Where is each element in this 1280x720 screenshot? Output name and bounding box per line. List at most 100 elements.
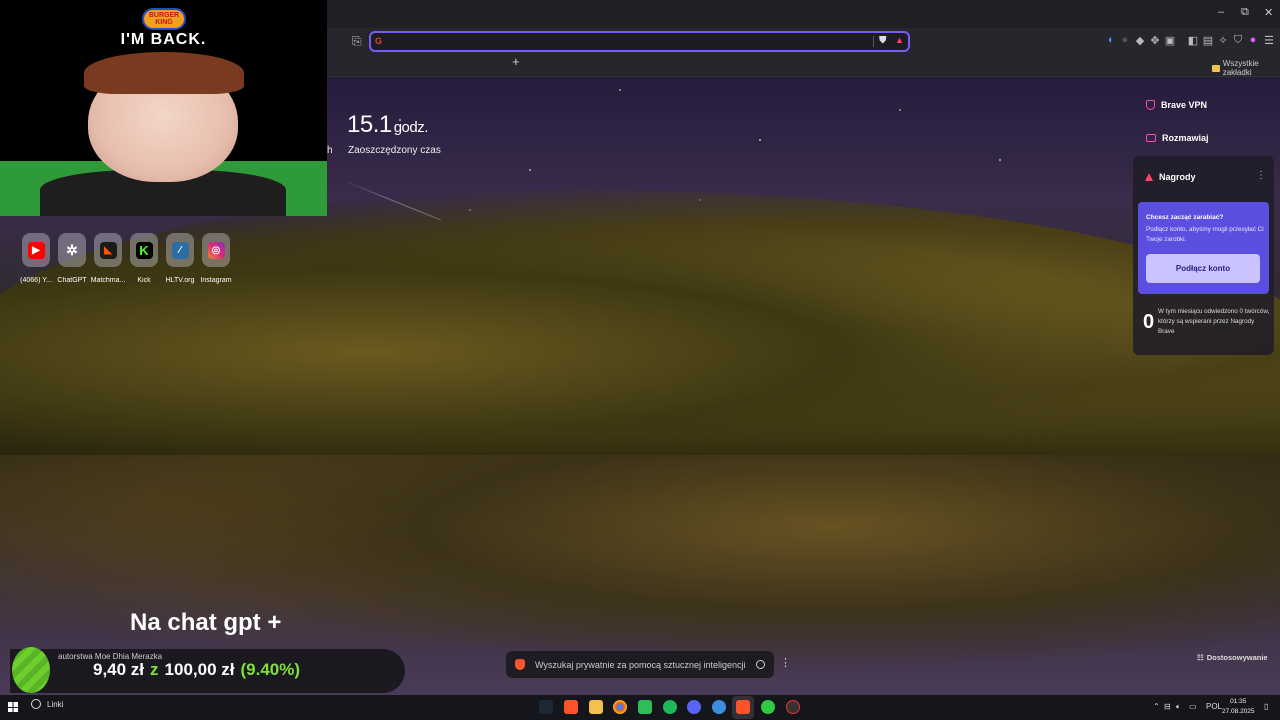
address-bar[interactable]: G ⛊ ▲ [369,31,910,52]
chatgpt-icon: ✲ [66,241,78,258]
clock-time: 01:35 [1230,698,1247,705]
creators-count: 0 [1143,311,1155,333]
wallet-icon[interactable]: ▤ [1202,34,1214,47]
ai-search-box[interactable]: Wyszukaj prywatnie za pomocą sztucznej i… [506,651,774,678]
customize-label: Dostosowywanie [1206,653,1268,662]
top-site-instagram[interactable]: ◎ Instagram [198,233,234,284]
connect-prompt-title: Chcesz zacząć zarabiać? [1146,214,1224,221]
time-saved-value: 15.1 [347,111,392,138]
top-site-youtube[interactable]: ▶ (4066) Y... [18,233,54,284]
connect-prompt-text: Podłącz konto, abyśmy mogli przesyłać Ci… [1146,226,1264,243]
donation-current: 9,40 zł [93,660,145,679]
time-saved-stat: 15.1 godz. [347,111,428,139]
ai-search-more-icon[interactable]: ⋮ [780,656,791,669]
brave-talk-widget[interactable]: Rozmawiaj [1146,133,1209,143]
connect-account-box: Chcesz zacząć zarabiać? Podłącz konto, a… [1138,202,1269,294]
site-tile: ✲ [58,233,86,267]
battery-icon[interactable]: ▭ [1189,702,1197,711]
brave-shields-icon[interactable]: ⛊ [879,35,887,46]
webcam-overlay: BURGER KING I'M BACK. [0,0,327,216]
rewards-title: Nagrody [1159,172,1196,182]
vpn-icon[interactable]: ⛉ [1232,34,1244,47]
connect-account-button[interactable]: Podłącz konto [1146,254,1260,283]
close-button[interactable]: ✕ [1264,6,1273,19]
profile-icon[interactable]: ● [1247,34,1259,46]
site-tile: ◣ [94,233,122,267]
instagram-icon: ◎ [207,241,225,259]
brave-icon[interactable] [564,700,578,714]
extension-icon[interactable]: ● [1119,34,1131,46]
donation-goal: 100,00 zł [164,660,235,679]
file-explorer-icon[interactable] [589,700,603,714]
system-clock[interactable]: 01:35 27.08.2025 [1222,697,1255,717]
top-site-kick[interactable]: K Kick [126,233,162,284]
taskbar-search[interactable]: Linki [31,699,63,709]
rewards-header: Nagrody [1145,172,1196,182]
donation-separator: z [150,660,159,679]
tray-chevron-icon[interactable]: ⌃ [1153,702,1160,711]
steam-icon[interactable] [539,700,553,714]
more-options-icon[interactable]: ⋮ [1256,170,1266,181]
rewards-card: Nagrody ⋮ Chcesz zacząć zarabiać? Podłąc… [1133,156,1274,355]
discord-icon[interactable] [687,700,701,714]
site-tile: K [130,233,158,267]
webcam-caption: I'M BACK. [120,31,207,48]
donation-logo-icon [12,647,50,693]
donation-percent: (9.40%) [240,660,301,679]
truncated-stat-label: h [327,145,333,156]
tab-icon[interactable]: ▣ [1164,34,1176,47]
top-site-matchmaking[interactable]: ◣ Matchma... [90,233,126,284]
search-icon [31,699,41,709]
url-input[interactable] [389,34,869,49]
nvidia-icon[interactable] [638,700,652,714]
customize-button[interactable]: ☷ Dostosowywanie [1197,653,1268,662]
search-icon[interactable] [756,660,765,669]
bookmarks-bar [327,55,1280,77]
brave-lion-icon [515,659,525,670]
site-tile: ◎ [202,233,230,267]
time-saved-label: Zaoszczędzony czas [348,145,441,156]
youtube-icon: ▶ [27,241,45,259]
windows-start-icon[interactable] [8,702,18,712]
faceit-icon: ◣ [99,241,117,259]
all-bookmarks-label: Wszystkie zakładki [1222,59,1259,77]
creators-text: W tym miesiącu odwiedzono 0 twórców, któ… [1158,308,1270,335]
brave-rewards-icon[interactable]: ▲ [895,35,904,45]
chrome-icon[interactable] [613,700,627,714]
mouse-cursor-icon: + [512,54,520,69]
network-icon[interactable]: ⊟ [1164,702,1171,711]
urlbar-divider [873,36,874,47]
top-site-hltv[interactable]: ⁄ HLTV.org [162,233,198,284]
language-indicator[interactable]: POL [1206,702,1222,711]
sidebar-toggle-icon[interactable]: ◧ [1187,34,1199,47]
kick-app-icon[interactable] [761,700,775,714]
brave-active-icon[interactable] [736,700,750,714]
top-site-chatgpt[interactable]: ✲ ChatGPT [54,233,90,284]
app-drop-icon[interactable] [712,700,726,714]
vpn-label: Brave VPN [1161,100,1208,110]
spotify-icon[interactable] [663,700,677,714]
leo-ai-icon[interactable]: ✧ [1217,34,1229,47]
notifications-icon[interactable]: ▯ [1264,702,1268,711]
wallet-diamond-icon[interactable]: ◆ [1134,34,1146,47]
volume-icon[interactable]: 🔈︎ [1176,702,1181,712]
vpn-shield-icon [1146,100,1155,110]
bookmark-icon[interactable]: ⎘ [352,34,364,48]
browser-title-bar [327,0,1280,28]
minimize-button[interactable]: – [1218,6,1224,18]
chat-icon [1146,134,1156,142]
all-bookmarks-button[interactable]: Wszystkie zakładki [1212,59,1280,77]
google-icon: G [375,36,383,46]
site-tile: ▶ [22,233,50,267]
site-tile: ⁄ [166,233,194,267]
site-label: Instagram [200,277,232,284]
brave-vpn-widget[interactable]: Brave VPN [1146,100,1207,110]
menu-icon[interactable]: ☰ [1263,34,1275,47]
obs-icon[interactable] [786,700,800,714]
stream-goal-title: Na chat gpt + [130,609,282,636]
speedreader-icon[interactable]: ◖ [1104,34,1116,46]
extensions-puzzle-icon[interactable]: ✥ [1149,34,1161,47]
taskbar-search-label: Linki [47,699,64,709]
maximize-button[interactable]: ⧉ [1241,6,1249,19]
hltv-icon: ⁄ [171,241,189,259]
